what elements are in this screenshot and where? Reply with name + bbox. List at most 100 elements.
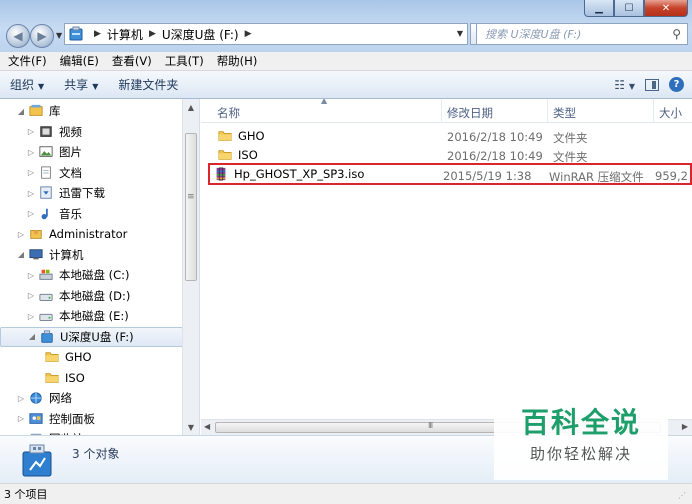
nav-item-label: 计算机 xyxy=(49,247,84,262)
watermark-title: 百科全说 xyxy=(520,406,641,439)
menu-tools[interactable]: 工具(T) xyxy=(165,53,204,69)
search-placeholder: 搜索 U深度U盘 (F:) xyxy=(485,28,582,41)
column-type[interactable]: 类型 xyxy=(553,105,576,121)
nav-item-label: U深度U盘 (F:) xyxy=(60,329,134,344)
nav-item[interactable]: ▷ 文档 xyxy=(0,163,183,183)
menu-view[interactable]: 查看(V) xyxy=(112,53,152,69)
menu-file[interactable]: 文件(F) xyxy=(8,53,47,69)
search-input[interactable]: 搜索 U深度U盘 (F:) ⚲ xyxy=(476,23,688,45)
nav-item-label: 本地磁盘 (E:) xyxy=(59,309,129,323)
chevron-down-icon: ▼ xyxy=(628,81,635,91)
nav-item[interactable]: ▷ 视频 xyxy=(0,122,183,142)
minimize-button[interactable]: ▁ xyxy=(584,0,614,17)
file-name: Hp_GHOST_XP_SP3.iso xyxy=(234,167,365,181)
usb-drive-icon xyxy=(69,26,83,41)
nav-item[interactable]: ▷ Administrator xyxy=(0,224,183,244)
nav-item[interactable]: ▷ 网络 xyxy=(0,388,183,408)
nav-item[interactable]: ▷ 图片 xyxy=(0,142,183,162)
column-divider[interactable] xyxy=(653,99,654,123)
tree-collapsed-icon[interactable]: ▷ xyxy=(16,230,26,239)
column-name[interactable]: 名称 xyxy=(217,105,240,121)
nav-item[interactable]: ISO xyxy=(0,368,183,388)
help-icon[interactable]: ? xyxy=(669,77,684,92)
nav-item[interactable]: ▷ 本地磁盘 (E:) xyxy=(0,306,183,326)
share-button[interactable]: 共享 ▼ xyxy=(64,76,98,93)
new-folder-button[interactable]: 新建文件夹 xyxy=(118,76,178,93)
forward-button[interactable]: ▶ xyxy=(30,24,54,48)
resize-grip-icon[interactable]: ⋰ xyxy=(678,491,686,500)
organize-button[interactable]: 组织 ▼ xyxy=(10,76,44,93)
preview-pane-button[interactable] xyxy=(645,78,659,91)
tree-collapsed-icon[interactable]: ▷ xyxy=(16,414,26,423)
nav-item[interactable]: ▷ 本地磁盘 (C:) xyxy=(0,265,183,285)
tree-collapsed-icon[interactable]: ▷ xyxy=(16,394,26,403)
status-bar: 3 个项目 ⋰ xyxy=(0,483,692,504)
tree-expanded-icon[interactable]: ◢ xyxy=(16,250,26,259)
file-list-pane: ▲ 名称 修改日期 类型 大小 GHO 2016/2/18 10:49 文件夹 ISO… xyxy=(201,99,692,435)
breadcrumb-separator-icon[interactable]: ▶ xyxy=(94,29,101,39)
back-arrow-icon: ◀ xyxy=(13,29,23,43)
nav-item[interactable]: ◢ 计算机 xyxy=(0,245,183,265)
computer-icon xyxy=(29,248,43,259)
breadcrumb-usb-drive[interactable]: U深度U盘 (F:) xyxy=(162,26,239,43)
column-size[interactable]: 大小 xyxy=(659,105,682,121)
column-date[interactable]: 修改日期 xyxy=(447,105,493,121)
user-folder-icon xyxy=(30,230,42,239)
scroll-down-icon[interactable]: ▼ xyxy=(183,419,199,435)
column-divider[interactable] xyxy=(441,99,442,123)
drive-icon xyxy=(39,313,53,321)
menu-help[interactable]: 帮助(H) xyxy=(217,53,258,69)
search-icon[interactable]: ⚲ xyxy=(672,27,681,41)
nav-item[interactable]: ◢ U深度U盘 (F:) xyxy=(0,326,183,347)
file-type: WinRAR 压缩文件 xyxy=(549,170,644,184)
tree-collapsed-icon[interactable]: ▷ xyxy=(26,127,36,136)
tree-collapsed-icon[interactable]: ▷ xyxy=(26,209,36,218)
tree-expanded-icon[interactable]: ◢ xyxy=(16,107,26,116)
file-row[interactable]: Hp_GHOST_XP_SP3.iso 2015/5/19 1:38 WinRAR … xyxy=(208,163,692,185)
folder-icon xyxy=(218,150,232,160)
nav-item[interactable]: ▷ 音乐 xyxy=(0,204,183,224)
tree-collapsed-icon[interactable]: ▷ xyxy=(26,291,36,300)
nav-item-label: GHO xyxy=(65,350,92,364)
address-dropdown-icon[interactable]: ▼ xyxy=(457,29,463,38)
file-row[interactable]: GHO 2016/2/18 10:49 文件夹 xyxy=(211,127,691,146)
nav-item[interactable]: ▷ 迅雷下载 xyxy=(0,183,183,203)
selected-object-count: 3 个对象 xyxy=(72,447,120,461)
folder-icon xyxy=(45,372,59,383)
nav-vertical-scrollbar[interactable]: ▲ ▼ xyxy=(182,99,199,435)
watermark: 百科全说 助你轻松解决 xyxy=(494,396,668,480)
address-bar[interactable]: ▶ 计算机 ▶ U深度U盘 (F:) ▶ ▼ xyxy=(64,23,468,45)
nav-item[interactable]: ◢ 库 xyxy=(0,101,183,121)
chevron-down-icon: ▼ xyxy=(38,82,45,91)
nav-item[interactable]: ▷ 控制面板 xyxy=(0,409,183,429)
tree-collapsed-icon[interactable]: ▷ xyxy=(26,189,36,198)
view-options-button[interactable]: ☷ ▼ xyxy=(614,78,635,92)
nav-item[interactable]: ▷ 本地磁盘 (D:) xyxy=(0,286,183,306)
file-name: ISO xyxy=(238,148,258,162)
tree-collapsed-icon[interactable]: ▷ xyxy=(26,312,36,321)
control-panel-icon xyxy=(29,412,43,424)
scroll-right-icon[interactable]: ▶ xyxy=(682,422,688,431)
organize-label: 组织 xyxy=(10,78,35,92)
nav-item[interactable]: GHO xyxy=(0,347,183,367)
tree-collapsed-icon[interactable]: ▷ xyxy=(26,271,36,280)
sort-ascending-icon: ▲ xyxy=(321,99,328,105)
recent-pages-dropdown[interactable]: ▼ xyxy=(56,31,62,40)
file-name-cell: Hp_GHOST_XP_SP3.iso xyxy=(213,167,364,181)
scroll-up-icon[interactable]: ▲ xyxy=(183,99,199,115)
close-button[interactable]: ✕ xyxy=(644,0,688,17)
back-button[interactable]: ◀ xyxy=(6,24,30,48)
tree-expanded-icon[interactable]: ◢ xyxy=(27,332,37,341)
tree-collapsed-icon[interactable]: ▷ xyxy=(26,168,36,177)
nav-item-label: 本地磁盘 (D:) xyxy=(59,288,131,303)
nav-item-label: 图片 xyxy=(59,145,82,159)
scroll-left-icon[interactable]: ◀ xyxy=(204,422,210,431)
maximize-button[interactable]: ☐ xyxy=(614,0,644,17)
breadcrumb-separator-icon[interactable]: ▶ xyxy=(149,29,156,39)
column-divider[interactable] xyxy=(547,99,548,123)
breadcrumb-computer[interactable]: 计算机 xyxy=(107,26,143,43)
tree-collapsed-icon[interactable]: ▷ xyxy=(26,148,36,157)
menu-edit[interactable]: 编辑(E) xyxy=(60,53,99,69)
breadcrumb-separator-icon[interactable]: ▶ xyxy=(245,29,252,39)
nav-scroll-thumb[interactable] xyxy=(185,133,197,281)
